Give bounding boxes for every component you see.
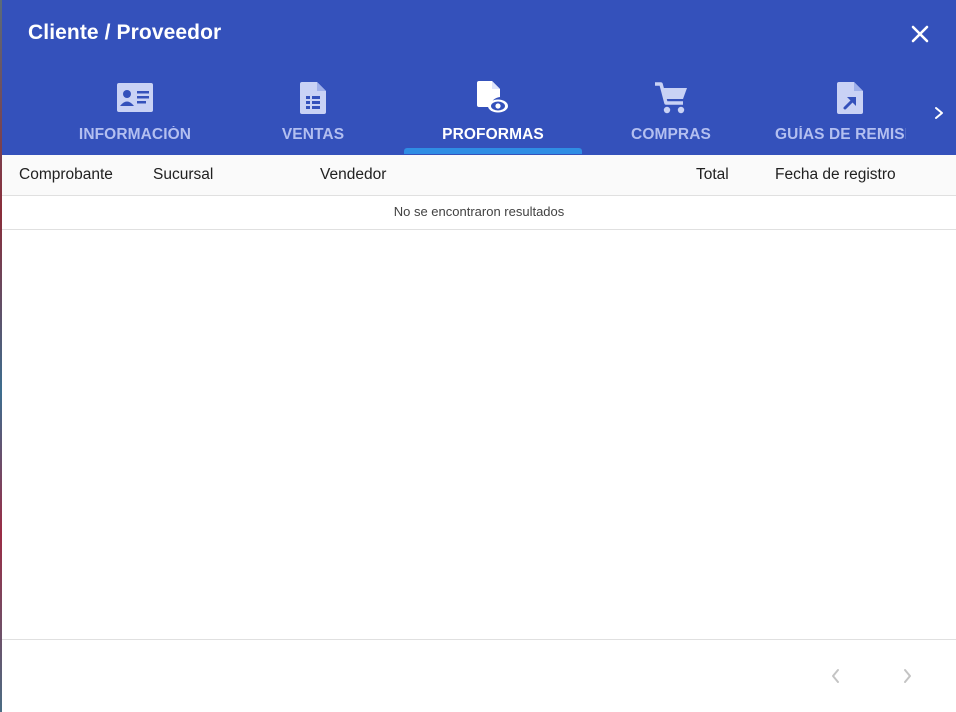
shopping-cart-icon (651, 80, 691, 116)
tab-compras[interactable]: COMPRAS (582, 70, 760, 155)
tab-guias-de-remision[interactable]: GUÍAS DE REMISIÓN (760, 70, 938, 155)
table-header: Comprobante Sucursal Vendedor Total Fech… (2, 155, 956, 196)
tab-label: INFORMACIÓN (78, 126, 192, 143)
column-header-comprobante[interactable]: Comprobante (19, 166, 113, 184)
tabs-scroll-right-button[interactable] (924, 100, 954, 126)
invoice-document-icon (293, 80, 333, 116)
dialog-header: Cliente / Proveedor INFORMACIÓN VENTAS P… (2, 0, 956, 155)
id-card-icon (115, 80, 155, 116)
tab-informacion[interactable]: INFORMACIÓN (46, 70, 224, 155)
column-header-sucursal[interactable]: Sucursal (153, 166, 213, 184)
previous-page-button[interactable] (820, 660, 852, 692)
column-header-total[interactable]: Total (696, 166, 729, 184)
chevron-right-icon (935, 107, 943, 119)
tab-ventas[interactable]: VENTAS (224, 70, 402, 155)
background-window-edge (0, 0, 2, 712)
footer-divider (2, 639, 956, 640)
tab-label: COMPRAS (631, 126, 711, 143)
dialog-title: Cliente / Proveedor (28, 21, 222, 44)
client-provider-dialog: Cliente / Proveedor INFORMACIÓN VENTAS P… (2, 0, 956, 712)
close-button[interactable] (902, 18, 938, 50)
document-arrow-icon (830, 80, 870, 116)
chevron-left-icon (832, 669, 839, 683)
tab-label: VENTAS (281, 126, 345, 143)
tab-label: GUÍAS DE REMISIÓN (775, 126, 906, 143)
next-page-button[interactable] (891, 660, 923, 692)
active-tab-indicator (404, 148, 582, 154)
column-header-vendedor[interactable]: Vendedor (320, 166, 386, 184)
tab-bar: INFORMACIÓN VENTAS PROFORMAS COMPRAS GUÍ… (2, 70, 956, 155)
tab-label: PROFORMAS (442, 126, 544, 143)
document-eye-icon (473, 80, 513, 116)
chevron-right-icon (904, 669, 911, 683)
empty-results-message: No se encontraron resultados (2, 196, 956, 230)
tab-proformas[interactable]: PROFORMAS (404, 70, 582, 155)
column-header-fecha-de-registro[interactable]: Fecha de registro (775, 166, 896, 184)
close-icon (911, 25, 929, 43)
